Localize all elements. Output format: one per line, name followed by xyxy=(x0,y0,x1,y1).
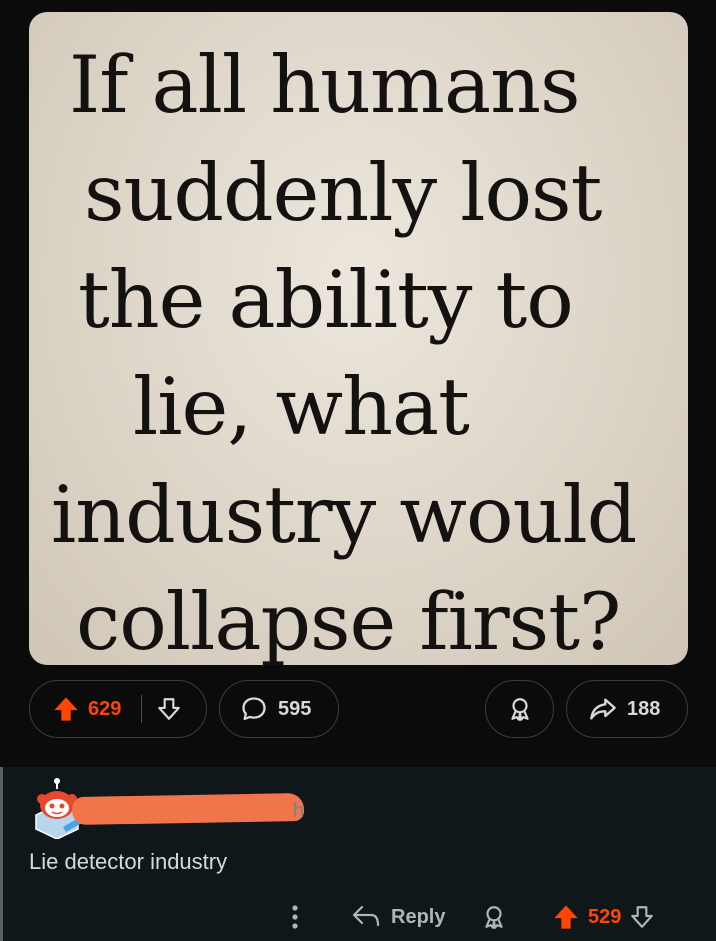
downvote-icon[interactable] xyxy=(156,696,182,722)
upvote-icon[interactable] xyxy=(552,903,580,931)
share-icon xyxy=(589,695,617,723)
award-icon xyxy=(481,904,507,930)
comments-button[interactable]: 595 xyxy=(219,680,339,738)
image-text-line-4: lie, what xyxy=(133,361,470,453)
image-text-line-2: suddenly lost xyxy=(84,147,602,239)
vote-divider xyxy=(141,695,143,723)
upvote-icon[interactable] xyxy=(52,695,80,723)
share-button[interactable]: 188 xyxy=(566,680,688,738)
comment-score: 529 xyxy=(588,905,622,928)
more-icon xyxy=(285,904,305,930)
reply-icon xyxy=(351,904,381,930)
comment-count: 595 xyxy=(278,697,312,720)
more-options-button[interactable] xyxy=(285,895,305,939)
image-text-line-1: If all humans xyxy=(69,39,581,131)
comment-section: h Lie detector industry Reply 529 xyxy=(0,767,716,941)
comment-vote-control: 529 xyxy=(552,895,655,939)
reply-button[interactable]: Reply xyxy=(351,895,445,939)
award-button[interactable] xyxy=(485,680,554,738)
comment-body: Lie detector industry xyxy=(29,849,228,874)
username-redaction xyxy=(71,792,305,826)
post-action-bar: 629 595 188 xyxy=(0,680,716,738)
post-section: If all humans suddenly lost the ability … xyxy=(0,0,716,752)
username[interactable]: h xyxy=(293,800,304,823)
comment-bubble-icon xyxy=(240,695,268,723)
downvote-icon[interactable] xyxy=(629,904,655,930)
comment-action-bar: Reply 529 xyxy=(0,895,716,939)
image-text-line-5: industry would xyxy=(51,469,637,561)
vote-control: 629 xyxy=(29,680,207,738)
share-count: 188 xyxy=(627,697,661,720)
upvote-count: 629 xyxy=(88,697,122,720)
post-image[interactable]: If all humans suddenly lost the ability … xyxy=(29,12,688,665)
image-text-line-6: collapse first? xyxy=(76,576,621,665)
reply-label: Reply xyxy=(391,905,446,928)
comment-award-button[interactable] xyxy=(481,895,507,939)
image-text-line-3: the ability to xyxy=(78,254,574,346)
award-icon xyxy=(507,696,533,722)
